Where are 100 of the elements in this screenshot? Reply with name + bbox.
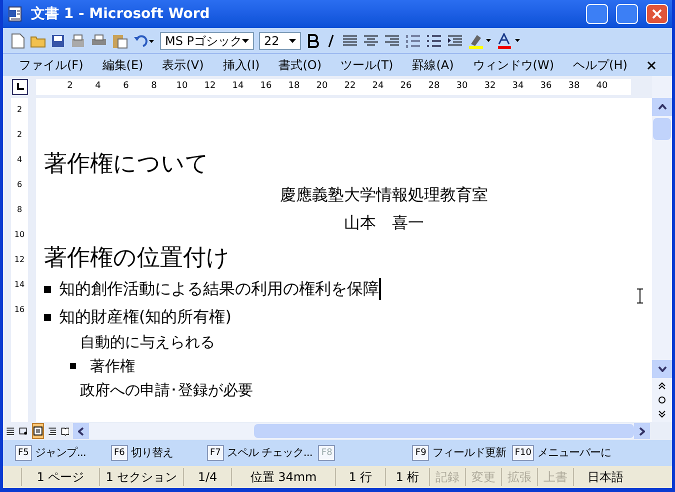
ruler-number: 4 bbox=[94, 80, 102, 94]
font-name-field[interactable]: MS Pゴシック bbox=[160, 32, 254, 50]
close-icon[interactable] bbox=[647, 60, 656, 70]
next-page-icon[interactable] bbox=[658, 410, 666, 418]
ruler-number: 30 bbox=[455, 80, 469, 94]
status-item: 1/4 bbox=[183, 468, 231, 486]
undo-icon[interactable] bbox=[133, 34, 155, 48]
ruler-number: 16 bbox=[259, 80, 273, 94]
browse-object-icon[interactable] bbox=[658, 396, 666, 404]
save-icon[interactable] bbox=[51, 34, 65, 48]
list-item: 著作権 bbox=[90, 356, 135, 376]
key-action: ジャンプ... bbox=[34, 444, 86, 461]
scroll-thumb[interactable] bbox=[653, 118, 671, 140]
print-icon[interactable] bbox=[91, 34, 107, 48]
ruler-number: 12 bbox=[203, 80, 217, 94]
ruler-number: 24 bbox=[371, 80, 385, 94]
dropdown-icon bbox=[242, 38, 249, 42]
maximize-button[interactable] bbox=[616, 4, 638, 24]
key-action: スペル チェック... bbox=[226, 444, 312, 461]
status-item: 変更 bbox=[465, 468, 501, 486]
close-button[interactable] bbox=[646, 4, 668, 24]
horizontal-scrollbar[interactable] bbox=[73, 423, 650, 439]
dropdown-icon bbox=[289, 38, 296, 42]
align-right-icon[interactable] bbox=[384, 34, 400, 48]
ruler-number: 22 bbox=[343, 80, 357, 94]
indent-icon[interactable] bbox=[447, 34, 463, 48]
ruler-number: 4 bbox=[16, 154, 22, 166]
print-layout-button[interactable] bbox=[32, 423, 44, 439]
tab-selector[interactable] bbox=[12, 79, 28, 95]
status-item: 1 ページ bbox=[21, 468, 99, 486]
new-document-icon[interactable] bbox=[11, 32, 25, 48]
scroll-down-icon bbox=[658, 366, 666, 372]
left-tab-icon bbox=[16, 83, 24, 91]
ruler-number: 8 bbox=[16, 204, 22, 216]
menu-item[interactable]: 罫線(A) bbox=[412, 56, 454, 74]
key-action: フィールド更新 bbox=[432, 444, 506, 461]
align-justify-icon[interactable] bbox=[342, 34, 358, 48]
ruler-number: 6 bbox=[122, 80, 130, 94]
ruler-number: 36 bbox=[539, 80, 553, 94]
menu-item[interactable]: 編集(E) bbox=[102, 56, 144, 74]
menu-item[interactable]: 挿入(I) bbox=[222, 56, 260, 74]
highlighter-icon[interactable] bbox=[468, 32, 492, 48]
bold-icon[interactable] bbox=[306, 34, 320, 48]
vertical-scrollbar[interactable] bbox=[652, 76, 672, 422]
ruler-number: 28 bbox=[427, 80, 441, 94]
ruler-number: 6 bbox=[16, 179, 22, 191]
function-key[interactable]: F9 bbox=[412, 445, 430, 461]
previous-page-icon[interactable] bbox=[658, 382, 666, 390]
scroll-thumb[interactable] bbox=[254, 424, 634, 438]
menu-item[interactable]: ツール(T) bbox=[340, 56, 394, 74]
status-item: 位置 34mm bbox=[231, 468, 335, 486]
scroll-up-icon bbox=[658, 104, 666, 110]
function-key[interactable]: F6 bbox=[111, 445, 128, 461]
page-icon bbox=[32, 426, 43, 436]
heading: 著作権について bbox=[44, 150, 209, 178]
ruler-number: 20 bbox=[315, 80, 329, 94]
bullet-icon bbox=[44, 314, 51, 321]
list-item: 知的創作活動による結果の利用の権利を保障 bbox=[59, 278, 381, 300]
outline-view-icon[interactable] bbox=[48, 425, 57, 437]
bullet-list-icon[interactable] bbox=[426, 34, 442, 48]
function-key[interactable]: F7 bbox=[207, 445, 224, 461]
numbered-list-icon[interactable] bbox=[405, 34, 421, 48]
folder-icon[interactable] bbox=[30, 34, 46, 48]
status-item: 記録 bbox=[429, 468, 465, 486]
close-icon bbox=[652, 9, 662, 19]
book-icon[interactable] bbox=[60, 425, 70, 437]
window-title: 文書 1 - Microsoft Word bbox=[31, 4, 210, 24]
paste-icon[interactable] bbox=[112, 32, 128, 48]
ruler-number: 18 bbox=[287, 80, 301, 94]
menu-item[interactable]: ファイル(F) bbox=[19, 56, 84, 74]
ruler-number: 2 bbox=[16, 104, 22, 116]
status-item: 日本語 bbox=[573, 468, 637, 486]
menu-item[interactable]: 書式(O) bbox=[278, 56, 322, 74]
ruler-number: 14 bbox=[231, 80, 245, 94]
function-key[interactable]: F10 bbox=[512, 445, 534, 461]
text-line: 自動的に与えられる bbox=[80, 332, 215, 352]
text-cursor-icon bbox=[636, 288, 644, 304]
ruler-number: 16 bbox=[14, 304, 25, 316]
status-item: 1 桁 bbox=[385, 468, 429, 486]
minimize-button[interactable] bbox=[586, 4, 608, 24]
document-icon bbox=[7, 6, 23, 22]
menu-item[interactable]: 表示(V) bbox=[162, 56, 204, 74]
menu-item[interactable]: ウィンドウ(W) bbox=[472, 56, 554, 74]
menu-item[interactable]: ヘルプ(H) bbox=[573, 56, 628, 74]
normal-view-icon[interactable] bbox=[6, 425, 15, 437]
list-item: 知的財産権(知的所有権) bbox=[59, 306, 232, 328]
font-size-field[interactable]: 22 bbox=[259, 32, 301, 50]
function-key[interactable]: F5 bbox=[15, 445, 32, 461]
scroll-left-icon bbox=[78, 426, 84, 436]
scroll-right-icon bbox=[639, 426, 646, 436]
ruler-number: 40 bbox=[595, 80, 609, 94]
status-item: 1 行 bbox=[335, 468, 385, 486]
ruler-number: 14 bbox=[14, 279, 25, 291]
ruler-number: 10 bbox=[14, 229, 25, 241]
web-layout-icon[interactable] bbox=[18, 425, 28, 437]
function-key: F8 bbox=[318, 445, 336, 461]
align-center-icon[interactable] bbox=[363, 34, 379, 48]
status-item: 拡張 bbox=[501, 468, 537, 486]
ruler-number: 2 bbox=[66, 80, 74, 94]
font-color-icon[interactable] bbox=[497, 32, 521, 48]
